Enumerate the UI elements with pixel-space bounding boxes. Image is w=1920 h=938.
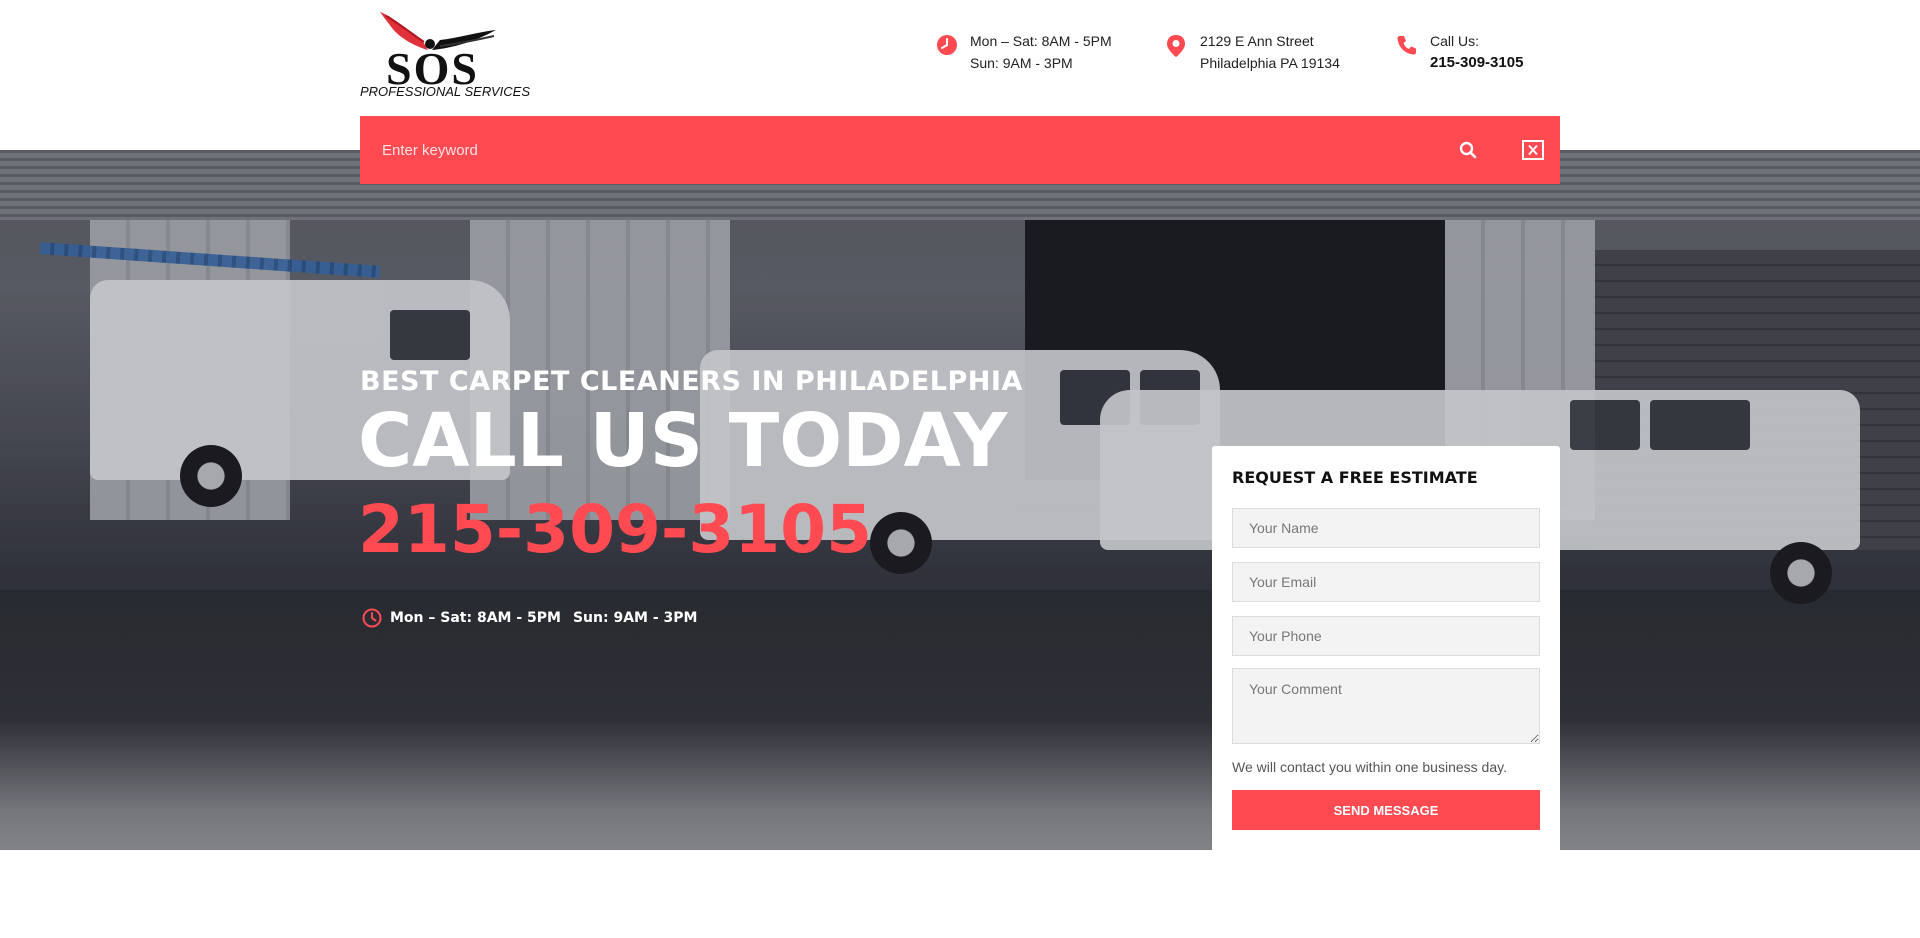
- hero-section: BEST CARPET CLEANERS IN PHILADELPHIA CAL…: [0, 150, 1920, 850]
- search-button[interactable]: [1448, 138, 1488, 162]
- map-pin-icon: [1166, 30, 1194, 58]
- header-hours-sunday: Sun: 9AM - 3PM: [970, 55, 1073, 71]
- name-field[interactable]: [1232, 508, 1540, 548]
- hero-hours: Mon – Sat: 8AM - 5PM Sun: 9AM - 3PM: [362, 608, 697, 628]
- header-call[interactable]: Call Us: 215-309-3105: [1396, 30, 1523, 74]
- logo-tagline: PROFESSIONAL SERVICES: [360, 84, 531, 99]
- hero-title: CALL US TODAY: [358, 398, 1008, 484]
- clock-icon: [936, 30, 964, 58]
- hero-hours-sunday: Sun: 9AM - 3PM: [572, 610, 698, 626]
- hero-overlay: [0, 150, 1920, 850]
- below-hero-area: [0, 850, 1920, 938]
- send-message-button[interactable]: SEND MESSAGE: [1232, 790, 1540, 830]
- search-icon: [1459, 141, 1477, 159]
- header-address-street: 2129 E Ann Street: [1200, 33, 1314, 49]
- phone-field[interactable]: [1232, 616, 1540, 656]
- header-hours: Mon – Sat: 8AM - 5PM Sun: 9AM - 3PM: [936, 30, 1112, 74]
- estimate-form-title: REQUEST A FREE ESTIMATE: [1232, 468, 1478, 487]
- brand-logo[interactable]: SOS PROFESSIONAL SERVICES: [360, 10, 530, 102]
- clock-outline-icon: [362, 608, 382, 628]
- close-search-button[interactable]: [1520, 138, 1546, 162]
- hero-subtitle: BEST CARPET CLEANERS IN PHILADELPHIA: [360, 366, 1023, 397]
- form-note: We will contact you within one business …: [1232, 759, 1507, 775]
- search-bar: [360, 116, 1560, 184]
- phone-icon: [1396, 30, 1424, 58]
- estimate-form: REQUEST A FREE ESTIMATE We will contact …: [1212, 446, 1560, 850]
- header-address: 2129 E Ann Street Philadelphia PA 19134: [1166, 30, 1340, 74]
- header-address-city: Philadelphia PA 19134: [1200, 55, 1340, 71]
- header-call-label: Call Us:: [1430, 33, 1480, 49]
- search-input[interactable]: [382, 116, 1382, 184]
- comment-field[interactable]: [1232, 668, 1540, 744]
- close-icon: [1522, 140, 1544, 160]
- hero-phone-number[interactable]: 215-309-3105: [358, 490, 872, 570]
- hero-hours-weekday: Mon – Sat: 8AM - 5PM: [390, 610, 561, 626]
- header-call-number[interactable]: 215-309-3105: [1430, 52, 1523, 74]
- header-hours-weekday: Mon – Sat: 8AM - 5PM: [970, 33, 1112, 49]
- email-field[interactable]: [1232, 562, 1540, 602]
